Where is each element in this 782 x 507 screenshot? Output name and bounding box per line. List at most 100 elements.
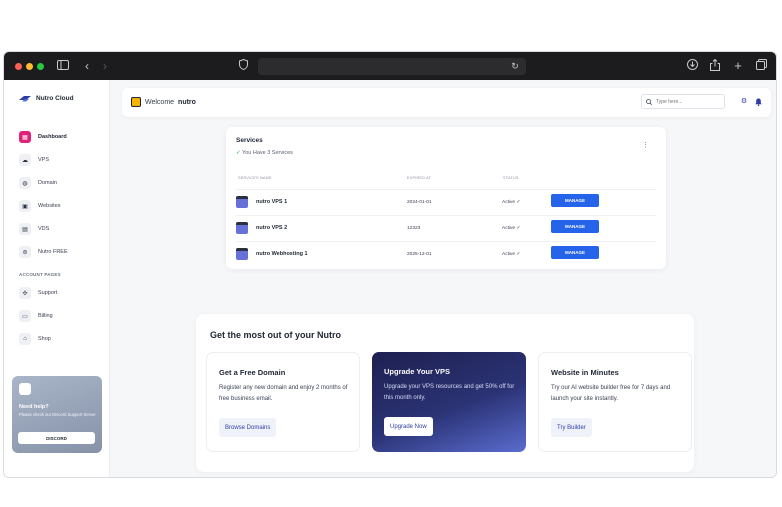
table-row: nutro VPS 2 12323 Active ✓ MANAGE [236,215,656,240]
upgrade-now-button[interactable]: Upgrade Now [384,417,433,436]
browse-domains-button[interactable]: Browse Domains [219,418,277,437]
sidebar-toggle-icon[interactable] [56,59,70,73]
manage-button[interactable]: MANAGE [551,246,599,259]
sidebar-item-label: VDS [38,226,50,232]
page-content: Nutro Cloud ▦ Dashboard ☁ VPS ◍ Domain ▣… [4,80,776,477]
sidebar-item-vps[interactable]: ☁ VPS [19,153,49,167]
new-tab-icon[interactable]: + [731,59,745,73]
gear-icon[interactable]: ⚙ [740,98,748,106]
dashboard-icon: ▦ [19,131,31,143]
sidebar-item-shop[interactable]: ⌂ Shop [19,332,51,346]
services-card: Services ✓ You Have 3 Services ⋮ SERVICE… [226,127,666,269]
forward-icon[interactable]: › [98,59,112,73]
welcome-label: Welcome [145,98,175,106]
more-options-icon[interactable]: ⋮ [642,141,649,149]
maximize-window-button[interactable] [37,63,44,70]
search-input[interactable] [656,98,722,105]
sidebar-item-label: Support [38,290,58,296]
help-title: Need help? [19,404,49,410]
search-icon [646,98,652,105]
bell-icon[interactable] [754,98,762,106]
help-card: Need help? Please check our Discord Supp… [12,376,102,453]
discord-button[interactable]: DISCORD [18,432,95,444]
manage-button[interactable]: MANAGE [551,194,599,207]
sidebar-item-label: Shop [38,336,51,342]
sidebar-item-label: Dashboard [38,134,67,140]
promo-title: Get the most out of your Nutro [210,330,341,340]
sidebar-item-vds[interactable]: ▤ VDS [19,222,49,236]
column-header-expired: EXPIRED AT [407,176,432,180]
welcome-greeting: Welcome nutro [131,97,196,107]
sidebar-item-label: Websites [38,203,61,209]
column-header-name: SERVICES NAME [238,176,272,180]
promo-card-vps: Upgrade Your VPS Upgrade your VPS resour… [372,352,526,452]
card-title: Website in Minutes [551,368,619,377]
top-navbar: Welcome nutro ⚙ [122,88,771,117]
column-header-status: STATUS [503,176,519,180]
card-text: Register any new domain and enjoy 2 mont… [219,385,348,402]
cloud-icon: ☁ [19,154,31,166]
sidebar: Nutro Cloud ▦ Dashboard ☁ VPS ◍ Domain ▣… [4,80,110,477]
service-status: Active ✓ [502,226,521,231]
service-name: nutro Webhosting 1 [256,251,308,257]
server-icon [236,196,248,208]
share-icon[interactable] [708,58,722,73]
username: nutro [178,98,196,106]
promo-section: Get the most out of your Nutro Get a Fre… [196,314,694,472]
service-expiry: 2024-01-01 [407,200,432,205]
support-icon: ✣ [19,287,31,299]
address-bar[interactable] [258,58,526,75]
service-name: nutro VPS 2 [256,225,288,231]
sidebar-item-label: VPS [38,157,50,163]
card-text: Try our AI website builder free for 7 da… [551,385,671,402]
brand-name: Nutro Cloud [36,95,74,102]
card-title: Upgrade Your VPS [384,367,450,376]
sidebar-item-support[interactable]: ✣ Support [19,286,57,300]
help-icon [19,383,31,395]
services-count: You Have 3 Services [242,150,293,156]
sidebar-item-domain[interactable]: ◍ Domain [19,176,57,190]
download-icon[interactable] [685,59,699,73]
sidebar-item-label: Billing [38,313,53,319]
server-icon [236,222,248,234]
services-subtitle: ✓ You Have 3 Services [236,150,293,156]
service-status: Active ✓ [502,252,521,257]
sidebar-item-dashboard[interactable]: ▦ Dashboard [19,130,67,144]
table-row: nutro VPS 1 2024-01-01 Active ✓ MANAGE [236,189,656,214]
try-builder-button[interactable]: Try Builder [551,418,592,437]
brand[interactable]: Nutro Cloud [19,95,74,102]
free-icon: ⊜ [19,246,31,258]
help-text: Please check our Discord Support Server [19,412,96,417]
check-icon: ✓ [236,150,241,156]
tabs-overview-icon[interactable] [754,59,768,73]
server-icon [236,248,248,260]
service-expiry: 12323 [407,226,421,231]
shield-icon[interactable] [236,58,250,73]
back-icon[interactable]: ‹ [80,59,94,73]
nutro-logo-icon [131,97,141,107]
browser-titlebar: ‹ › ↻ + [4,52,776,80]
account-pages-heading: ACCOUNT PAGES [19,272,61,277]
service-status: Active ✓ [502,200,521,205]
promo-card-domain: Get a Free Domain Register any new domai… [206,352,360,452]
sidebar-item-billing[interactable]: ▭ Billing [19,309,53,323]
card-title: Get a Free Domain [219,368,286,377]
sidebar-item-websites[interactable]: ▣ Websites [19,199,61,213]
service-name: nutro VPS 1 [256,199,288,205]
card-text: Upgrade your VPS resources and get 50% o… [384,384,515,401]
minimize-window-button[interactable] [26,63,33,70]
promo-card-builder: Website in Minutes Try our AI website bu… [538,352,692,452]
sidebar-item-label: Nutro FREE [38,249,68,255]
browser-window: ‹ › ↻ + Nutro Cloud ▦ Dashboard ☁ VPS ◍ … [4,52,776,477]
close-window-button[interactable] [15,63,22,70]
sidebar-item-nutro-free[interactable]: ⊜ Nutro FREE [19,245,68,259]
search-box[interactable] [641,94,725,109]
globe-icon: ◍ [19,177,31,189]
brand-logo-icon [19,96,31,102]
manage-button[interactable]: MANAGE [551,220,599,233]
reload-icon[interactable]: ↻ [508,59,522,73]
billing-icon: ▭ [19,310,31,322]
sidebar-item-label: Domain [38,180,57,186]
server-icon: ▤ [19,223,31,235]
service-expiry: 2025-12-01 [407,252,432,257]
